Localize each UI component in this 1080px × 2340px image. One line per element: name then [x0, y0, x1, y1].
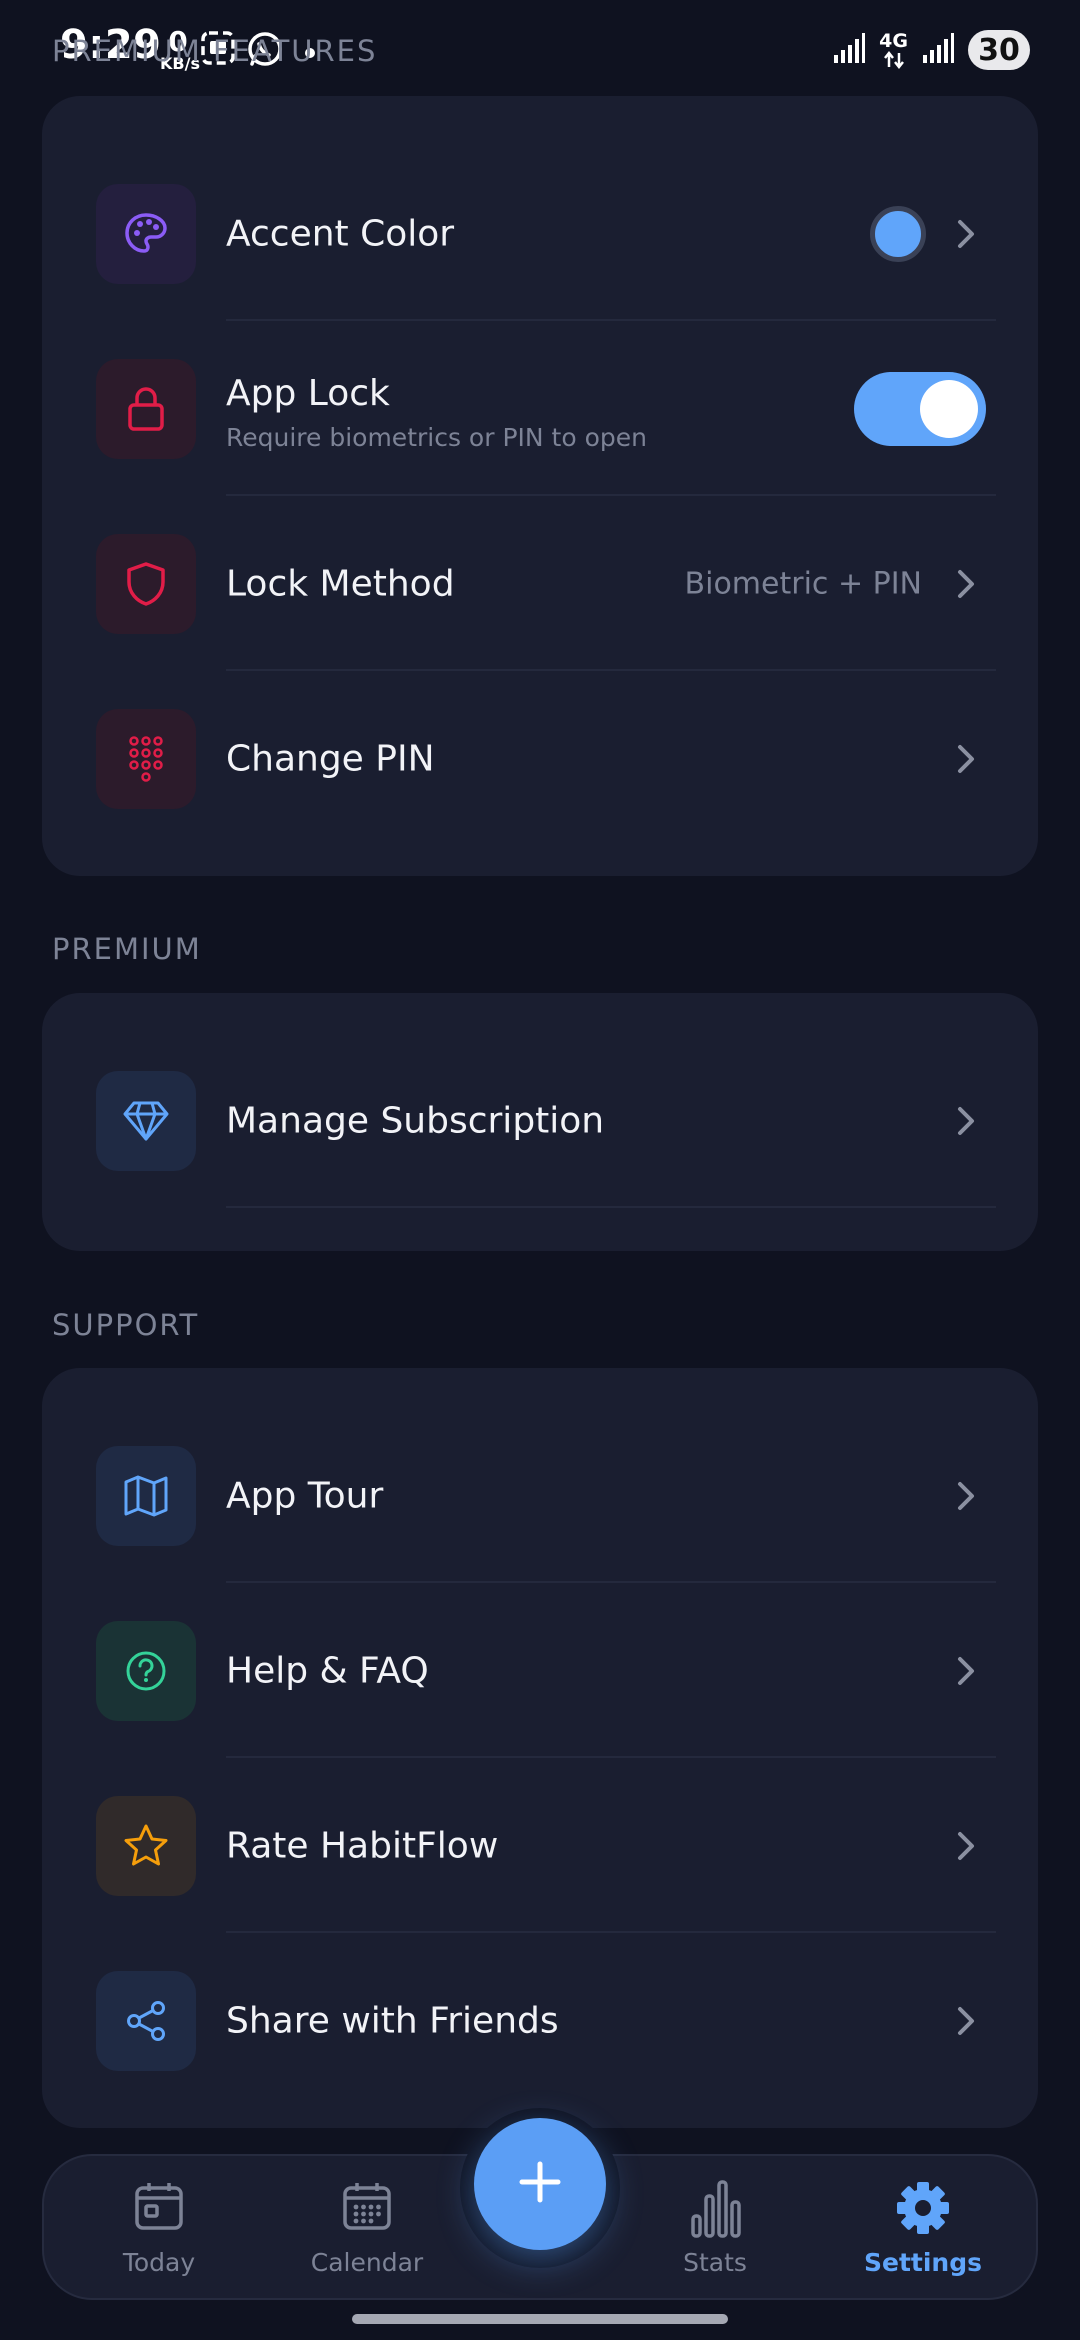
add-habit-button[interactable]: [474, 2118, 606, 2250]
app-tour-title: App Tour: [226, 1475, 384, 1516]
accent-color-title: Accent Color: [226, 213, 455, 254]
chevron-right-icon: [954, 216, 978, 252]
section-label-features: PREMIUM FEATURES: [52, 34, 378, 68]
lock-icon: [96, 358, 196, 459]
nav-stats-label: Stats: [683, 2248, 747, 2277]
signal-strength-icon: [833, 33, 866, 67]
chevron-right-icon: [954, 1478, 978, 1514]
network-type-label: 4G: [879, 29, 908, 52]
settings-screen: 9:29 0 KB/s 4G 30 PREMIUM FEATURES Accen…: [0, 0, 1080, 2340]
row-divider: [226, 1206, 996, 1208]
diamond-icon: [96, 1070, 196, 1171]
app-lock-toggle[interactable]: [854, 371, 986, 446]
change-pin-row[interactable]: Change PIN: [42, 671, 1038, 846]
lock-method-value: Biometric + PIN: [684, 566, 922, 601]
change-pin-title: Change PIN: [226, 738, 435, 779]
accent-color-row[interactable]: Accent Color: [42, 146, 1038, 321]
chevron-right-icon: [954, 1653, 978, 1689]
plus-icon: [516, 2158, 564, 2210]
nav-calendar-label: Calendar: [310, 2248, 424, 2277]
premium-card: Manage Subscription: [42, 993, 1038, 1251]
toggle-knob: [920, 379, 978, 438]
help-faq-row[interactable]: Help & FAQ: [42, 1583, 1038, 1758]
signal-strength-2-icon: [922, 33, 954, 67]
map-icon: [96, 1445, 196, 1546]
share-title: Share with Friends: [226, 2000, 559, 2041]
rate-app-row[interactable]: Rate HabitFlow: [42, 1758, 1038, 1933]
features-card: Accent Color App Lock Require biometrics…: [42, 96, 1038, 876]
lock-method-title: Lock Method: [226, 563, 455, 604]
section-label-premium: PREMIUM: [52, 932, 202, 966]
keypad-icon: [96, 708, 196, 809]
manage-subscription-title: Manage Subscription: [226, 1100, 605, 1141]
support-card: App Tour Help & FAQ Rate HabitFlow Share…: [42, 1368, 1038, 2128]
stats-icon: [689, 2180, 741, 2242]
chevron-right-icon: [954, 566, 978, 602]
lock-method-row[interactable]: Lock Method Biometric + PIN: [42, 496, 1038, 671]
share-icon: [96, 1970, 196, 2071]
help-circle-icon: [96, 1620, 196, 1721]
rate-app-title: Rate HabitFlow: [226, 1825, 499, 1866]
nav-calendar[interactable]: Calendar: [282, 2156, 452, 2302]
gear-icon: [895, 2180, 951, 2240]
nav-stats[interactable]: Stats: [630, 2156, 800, 2302]
battery-indicator: 30: [968, 30, 1030, 70]
app-lock-subtitle: Require biometrics or PIN to open: [226, 423, 647, 452]
nav-settings[interactable]: Settings: [838, 2156, 1008, 2302]
today-icon: [133, 2180, 185, 2236]
nav-today-label: Today: [122, 2248, 196, 2277]
app-lock-row: App Lock Require biometrics or PIN to op…: [42, 321, 1038, 496]
calendar-icon: [341, 2180, 393, 2236]
chevron-right-icon: [954, 2003, 978, 2039]
chevron-right-icon: [954, 1828, 978, 1864]
star-icon: [96, 1795, 196, 1896]
section-label-support: SUPPORT: [52, 1308, 200, 1342]
chevron-right-icon: [954, 741, 978, 777]
app-tour-row[interactable]: App Tour: [42, 1408, 1038, 1583]
nav-today[interactable]: Today: [74, 2156, 244, 2302]
manage-subscription-row[interactable]: Manage Subscription: [42, 1033, 1038, 1208]
network-type-icon: 4G: [879, 29, 908, 69]
shield-icon: [96, 533, 196, 634]
nav-settings-label: Settings: [863, 2248, 982, 2277]
status-icons: 4G 30: [833, 26, 1030, 74]
share-row[interactable]: Share with Friends: [42, 1933, 1038, 2108]
palette-icon: [96, 183, 196, 284]
accent-color-swatch[interactable]: [870, 205, 926, 262]
app-lock-title: App Lock: [226, 373, 390, 414]
chevron-right-icon: [954, 1103, 978, 1139]
help-faq-title: Help & FAQ: [226, 1650, 429, 1691]
home-indicator[interactable]: [352, 2314, 728, 2324]
